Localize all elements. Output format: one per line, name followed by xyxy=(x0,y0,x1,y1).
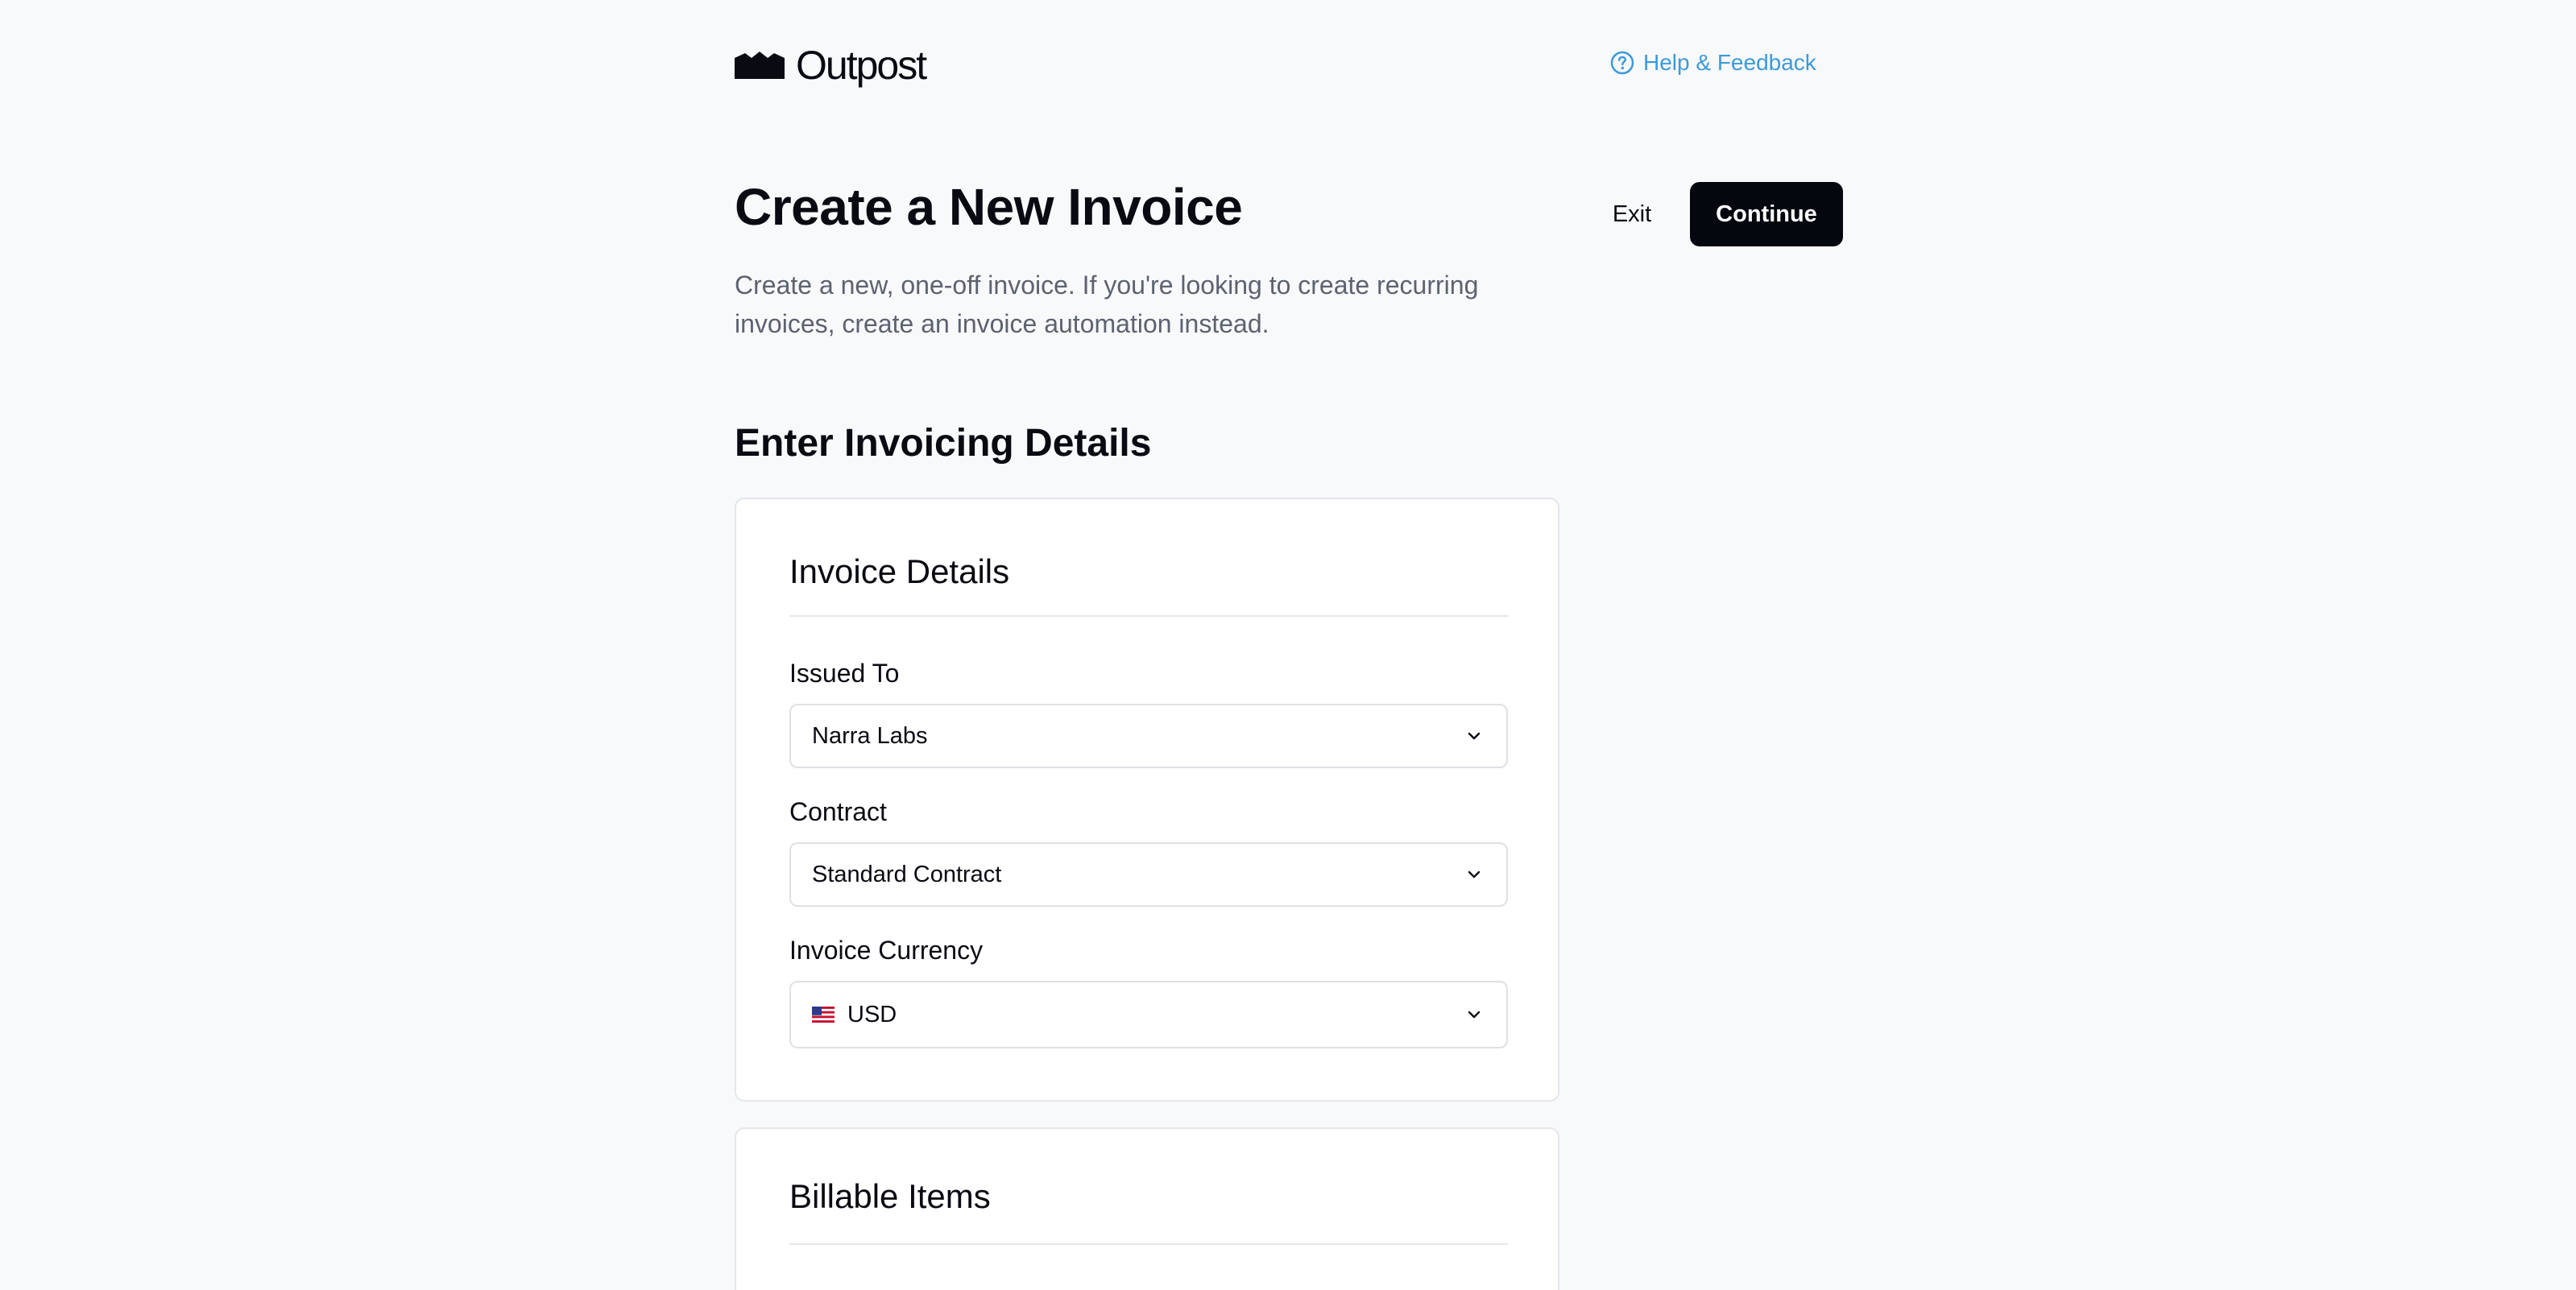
chevron-down-icon xyxy=(1468,1011,1481,1019)
section-heading: Enter Invoicing Details xyxy=(735,422,1152,465)
continue-button[interactable]: Continue xyxy=(1690,182,1843,246)
issued-to-label: Issued To xyxy=(789,659,900,688)
invoice-currency-label: Invoice Currency xyxy=(789,936,984,965)
card-title: Billable Items xyxy=(789,1177,991,1215)
invoice-details-card: Invoice Details Issued To Narra Labs Con… xyxy=(735,498,1559,1102)
page: Outpost Help & Feedback Create a New Inv… xyxy=(0,0,2576,1290)
page-subtitle: Create a new, one-off invoice. If you're… xyxy=(735,271,1479,338)
help-feedback-link[interactable]: Help & Feedback xyxy=(1609,50,1816,76)
divider xyxy=(789,615,1508,617)
help-feedback-label: Help & Feedback xyxy=(1643,50,1816,75)
question-circle-icon xyxy=(1610,51,1634,75)
invoice-currency-select[interactable]: USD xyxy=(789,981,1508,1048)
contract-label: Contract xyxy=(789,797,887,826)
issued-to-select[interactable]: Narra Labs xyxy=(789,704,1508,768)
outpost-logo-icon xyxy=(735,52,785,79)
invoice-currency-value: USD xyxy=(847,1001,897,1027)
billable-items-card: Billable Items xyxy=(735,1127,1559,1290)
brand-logo[interactable]: Outpost xyxy=(735,43,927,88)
brand-name: Outpost xyxy=(796,43,927,88)
contract-select[interactable]: Standard Contract xyxy=(789,842,1508,907)
contract-value: Standard Contract xyxy=(812,861,1002,887)
us-flag-icon xyxy=(812,1007,835,1023)
chevron-down-icon xyxy=(1468,732,1481,740)
issued-to-value: Narra Labs xyxy=(812,722,928,749)
exit-button[interactable]: Exit xyxy=(1587,182,1677,246)
chevron-down-icon xyxy=(1468,870,1481,879)
card-title: Invoice Details xyxy=(789,552,1010,590)
page-title: Create a New Invoice xyxy=(735,178,1243,236)
divider xyxy=(789,1243,1508,1245)
